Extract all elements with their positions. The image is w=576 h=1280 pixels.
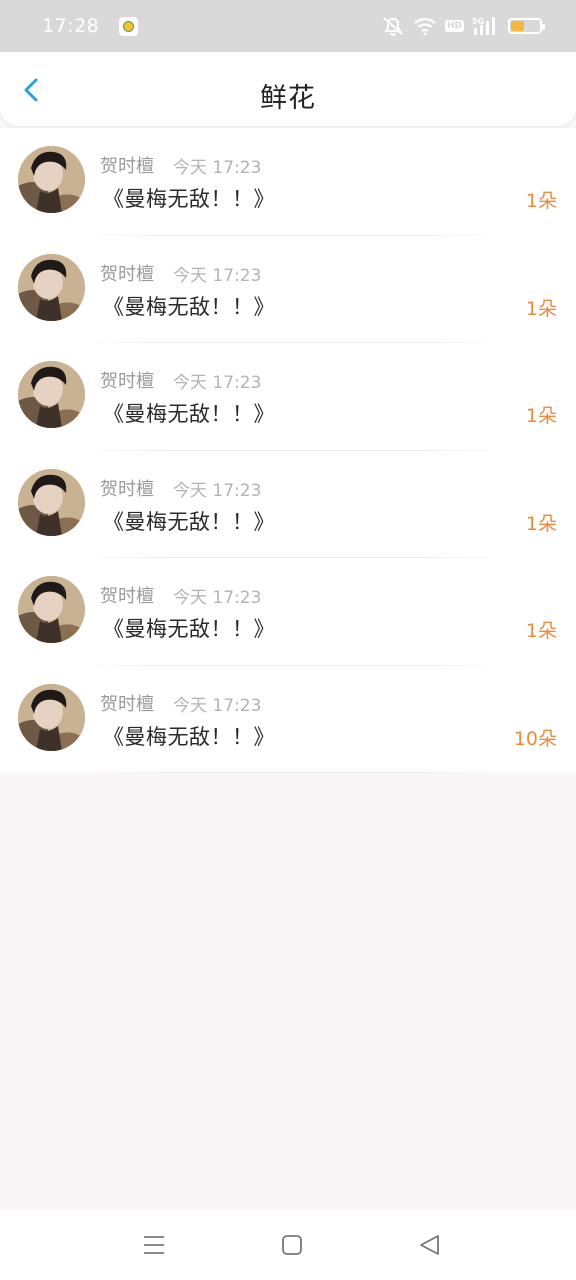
divider — [80, 772, 506, 773]
avatar[interactable] — [18, 468, 85, 536]
status-icons: HD 5G — [381, 16, 545, 36]
sender-name: 贺时檀 — [100, 371, 154, 392]
list-item[interactable]: 贺时檀 今天 17:23 《曼梅无敌！！》 1朵 — [0, 128, 576, 236]
timestamp: 今天 17:23 — [173, 265, 262, 286]
timestamp: 今天 17:23 — [173, 480, 262, 501]
avatar[interactable] — [18, 576, 85, 643]
message-text: 《曼梅无敌！！》 — [103, 402, 275, 426]
sender-name: 贺时檀 — [100, 156, 154, 177]
flower-count: 1朵 — [525, 405, 557, 427]
menu-icon — [144, 1236, 164, 1254]
wifi-icon — [414, 18, 436, 36]
sender-name: 贺时檀 — [100, 693, 154, 715]
home-button[interactable] — [279, 1232, 305, 1258]
sender-name: 贺时檀 — [100, 478, 154, 500]
message-text: 《曼梅无敌！！》 — [103, 187, 275, 211]
timestamp: 今天 17:23 — [173, 373, 262, 393]
list-item[interactable]: 贺时檀 今天 17:23 《曼梅无敌！！》 1朵 — [0, 450, 576, 558]
battery-icon — [508, 18, 545, 34]
svg-text:5G: 5G — [472, 17, 484, 26]
back-triangle-icon — [420, 1235, 439, 1255]
status-time: 17:28 — [42, 15, 100, 37]
message-text: 《曼梅无敌！！》 — [103, 294, 275, 319]
timestamp: 今天 17:23 — [173, 158, 262, 178]
list-item[interactable]: 贺时檀 今天 17:23 《曼梅无敌！！》 1朵 — [0, 558, 576, 666]
5g-signal-icon: 5G — [472, 17, 495, 35]
sender-name: 贺时檀 — [100, 586, 154, 607]
avatar[interactable] — [18, 361, 85, 428]
mute-icon — [383, 17, 403, 36]
message-text: 《曼梅无敌！！》 — [103, 617, 275, 641]
list-item[interactable]: 贺时檀 今天 17:23 《曼梅无敌！！》 1朵 — [0, 235, 576, 343]
flower-count: 1朵 — [525, 512, 557, 535]
page-title: 鲜花 — [260, 83, 316, 114]
system-back-button[interactable] — [417, 1232, 443, 1258]
timestamp: 今天 17:23 — [173, 588, 262, 608]
flower-record-list: 贺时檀 今天 17:23 《曼梅无敌！！》 1朵 贺时檀 今天 17:23 《曼… — [0, 128, 576, 773]
sender-name: 贺时檀 — [100, 263, 154, 285]
avatar[interactable] — [18, 146, 85, 213]
menu-button[interactable] — [141, 1232, 167, 1258]
list-item[interactable]: 贺时檀 今天 17:23 《曼梅无敌！！》 10朵 — [0, 665, 576, 773]
avatar[interactable] — [18, 253, 85, 321]
status-bar: 17:28 HD 5G — [0, 0, 576, 52]
home-square-icon — [282, 1235, 302, 1255]
avatar[interactable] — [18, 683, 85, 751]
app-notification-icon — [119, 16, 139, 36]
message-text: 《曼梅无敌！！》 — [103, 724, 275, 749]
message-text: 《曼梅无敌！！》 — [103, 509, 275, 534]
flower-count: 1朵 — [525, 190, 557, 212]
timestamp: 今天 17:23 — [173, 695, 262, 716]
flower-count: 1朵 — [525, 297, 557, 320]
list-item[interactable]: 贺时檀 今天 17:23 《曼梅无敌！！》 1朵 — [0, 343, 576, 451]
system-nav-bar — [0, 1210, 576, 1280]
flower-count: 1朵 — [525, 620, 557, 642]
flower-count: 10朵 — [513, 727, 557, 750]
hd-icon: HD — [444, 20, 464, 32]
header: 鲜花 — [0, 52, 576, 126]
